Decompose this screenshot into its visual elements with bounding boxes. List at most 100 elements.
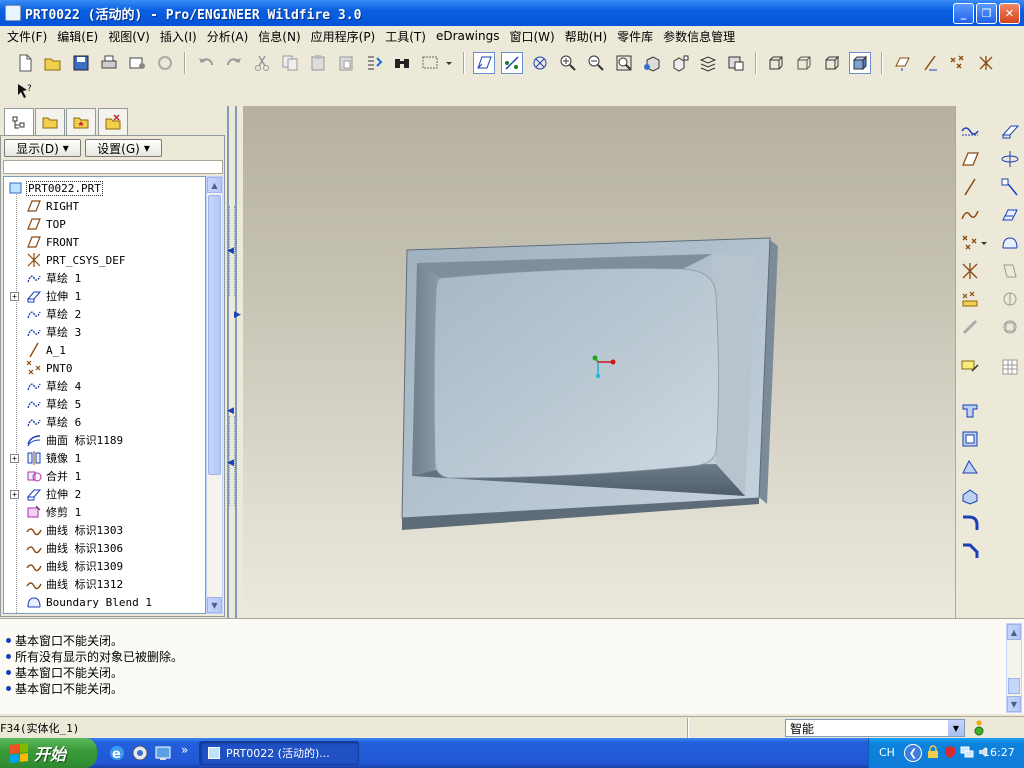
datum-planes-toggle-icon[interactable] — [473, 52, 495, 74]
tray-lock-icon[interactable] — [926, 745, 940, 759]
tree-item[interactable]: 草绘 5 — [4, 395, 204, 413]
tree-item[interactable]: Boundary Blend 1 — [4, 593, 204, 611]
find-icon[interactable] — [391, 52, 413, 74]
menu-help[interactable]: 帮助(H) — [560, 28, 612, 45]
quicklaunch-more-button[interactable]: » — [181, 743, 188, 757]
csys-tool-right-icon[interactable] — [957, 258, 983, 284]
axis-tool-icon[interactable] — [957, 174, 983, 200]
tab-model-tree[interactable] — [4, 108, 34, 136]
refit-icon[interactable] — [613, 52, 635, 74]
view-manager-icon[interactable] — [725, 52, 747, 74]
menu-view[interactable]: 视图(V) — [103, 28, 155, 45]
layers-icon[interactable] — [697, 52, 719, 74]
menu-edit[interactable]: 编辑(E) — [52, 28, 103, 45]
draft-tool-icon[interactable] — [957, 454, 983, 480]
select-dropdown-icon[interactable] — [443, 52, 455, 74]
tree-item[interactable]: TOP — [4, 215, 204, 233]
chain-tool-icon[interactable] — [957, 314, 983, 340]
hole-tool-icon[interactable] — [957, 398, 983, 424]
boundary-blend-tool-icon[interactable] — [997, 230, 1023, 256]
menu-edrawings[interactable]: eDrawings — [431, 29, 505, 43]
scroll-up-button[interactable]: ▲ — [1007, 624, 1021, 640]
tree-item[interactable]: 修剪 1 — [4, 503, 204, 521]
tray-expand-icon[interactable]: ❮ — [904, 744, 922, 762]
send-mail-icon[interactable] — [126, 52, 148, 74]
context-help-icon[interactable]: ? — [14, 80, 36, 102]
media-player-icon[interactable] — [131, 744, 149, 765]
send-link-icon[interactable] — [154, 52, 176, 74]
style-tool-icon[interactable] — [997, 258, 1023, 284]
datum-plane-tool-icon[interactable] — [891, 52, 913, 74]
collapse-left-icon[interactable]: ◀ — [227, 246, 234, 256]
scroll-down-button[interactable]: ▼ — [1007, 696, 1021, 712]
zoom-in-icon[interactable] — [557, 52, 579, 74]
sketch-datum-curve-icon[interactable] — [957, 118, 983, 144]
regenerate-icon[interactable] — [363, 52, 385, 74]
tree-item[interactable]: FRONT — [4, 233, 204, 251]
tree-item[interactable]: RIGHT — [4, 197, 204, 215]
curve-tool-icon[interactable] — [957, 202, 983, 228]
cut-icon[interactable] — [251, 52, 273, 74]
datum-axis-tool-icon[interactable] — [919, 52, 941, 74]
save-icon[interactable] — [70, 52, 92, 74]
collapse-left-icon[interactable]: ◀ — [227, 458, 234, 468]
scroll-down-button[interactable]: ▼ — [207, 597, 222, 613]
hidden-line-icon[interactable] — [793, 52, 815, 74]
tab-favorites[interactable] — [66, 108, 96, 135]
menu-file[interactable]: 文件(F) — [2, 28, 52, 45]
tree-item[interactable]: Boundary Blend 2 — [4, 611, 204, 613]
scroll-thumb[interactable] — [208, 195, 221, 475]
new-icon[interactable] — [14, 52, 36, 74]
menu-insert[interactable]: 插入(I) — [155, 28, 202, 45]
menu-tools[interactable]: 工具(T) — [380, 28, 431, 45]
tree-item[interactable]: 曲线 标识1306 — [4, 539, 204, 557]
tray-shield-icon[interactable] — [943, 745, 957, 759]
expand-toggle-icon[interactable]: + — [10, 453, 19, 463]
copy-icon[interactable] — [279, 52, 301, 74]
tray-network-icon[interactable] — [960, 745, 974, 759]
menu-window[interactable]: 窗口(W) — [505, 28, 560, 45]
rib-tool-icon[interactable] — [957, 482, 983, 508]
round-tool-icon[interactable] — [957, 510, 983, 536]
tab-folder-browser[interactable] — [35, 108, 65, 135]
close-button[interactable]: ✕ — [999, 2, 1020, 24]
select-box-icon[interactable] — [419, 52, 441, 74]
menu-analysis[interactable]: 分析(A) — [202, 28, 254, 45]
scroll-thumb[interactable] — [1008, 678, 1020, 694]
tree-item[interactable]: + 镜像 1 — [4, 449, 204, 467]
ie-icon[interactable]: e — [108, 744, 126, 765]
blend-tool-icon[interactable] — [997, 202, 1023, 228]
table-tool-icon[interactable] — [997, 354, 1023, 380]
tree-scrollbar[interactable]: ▲ ▼ — [206, 176, 223, 614]
tree-item[interactable]: PRT0022.PRT — [4, 179, 204, 197]
tree-item[interactable]: 合并 1 — [4, 467, 204, 485]
undo-icon[interactable] — [195, 52, 217, 74]
shading-icon[interactable] — [849, 52, 871, 74]
revolve-tool-icon[interactable] — [997, 146, 1023, 172]
settings-dropdown[interactable]: 设置(G) ▾ — [85, 139, 162, 157]
tree-item[interactable]: 曲面 标识1189 — [4, 431, 204, 449]
tree-item[interactable]: 曲线 标识1303 — [4, 521, 204, 539]
zoom-out-icon[interactable] — [585, 52, 607, 74]
analysis-feature-icon[interactable] — [957, 286, 983, 312]
plane-tool-icon[interactable] — [957, 146, 983, 172]
tree-item[interactable]: + 拉伸 2 — [4, 485, 204, 503]
language-indicator[interactable]: CH — [879, 746, 895, 759]
print-icon[interactable] — [98, 52, 120, 74]
reorient-icon[interactable] — [641, 52, 663, 74]
saved-views-icon[interactable] — [669, 52, 691, 74]
datum-point-tool-icon[interactable] — [947, 52, 969, 74]
open-icon[interactable] — [42, 52, 64, 74]
no-hidden-icon[interactable] — [821, 52, 843, 74]
shell-tool-icon[interactable] — [957, 426, 983, 452]
start-button[interactable]: 开始 — [0, 738, 97, 768]
redo-icon[interactable] — [223, 52, 245, 74]
point-dropdown-icon[interactable] — [977, 230, 991, 256]
tree-item[interactable]: 曲线 标识1312 — [4, 575, 204, 593]
expand-right-icon[interactable]: ▶ — [234, 310, 241, 320]
tree-item[interactable]: + 拉伸 1 — [4, 287, 204, 305]
menu-part-library[interactable]: 零件库 — [612, 28, 658, 45]
menu-applications[interactable]: 应用程序(P) — [306, 28, 381, 45]
tree-item[interactable]: 草绘 2 — [4, 305, 204, 323]
csys-tool-icon[interactable] — [975, 52, 997, 74]
